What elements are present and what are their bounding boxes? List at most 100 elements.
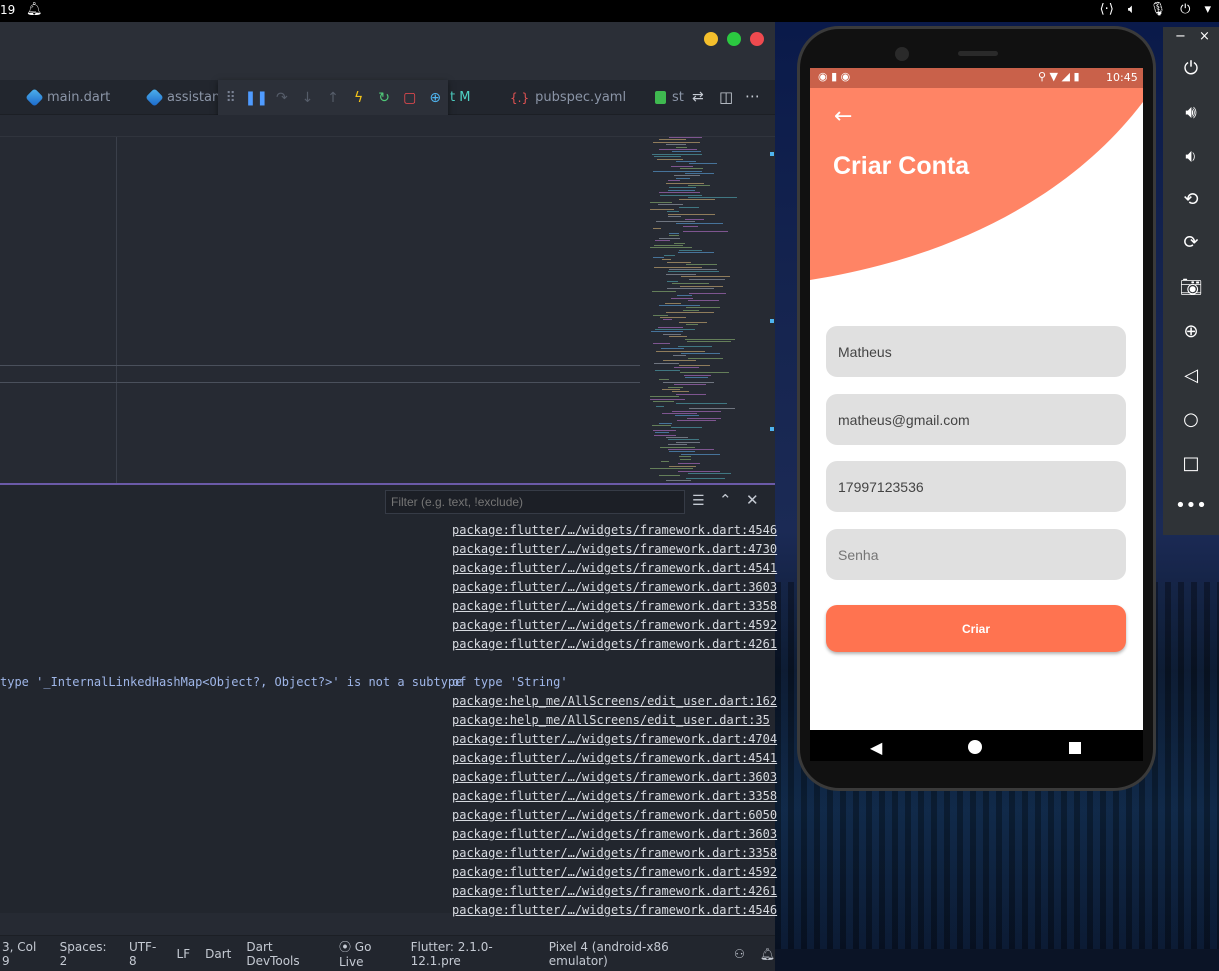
chevron-up-icon[interactable]: ⌃: [719, 491, 732, 509]
phone-field[interactable]: [826, 461, 1126, 512]
minimap-line: [665, 302, 681, 304]
drag-handle-icon[interactable]: ⠿: [218, 90, 244, 106]
network-icon[interactable]: ⟨·⟩: [1100, 2, 1114, 17]
stack-trace-link[interactable]: package:flutter/…/widgets/framework.dart…: [452, 865, 777, 879]
stack-trace-link[interactable]: package:flutter/…/widgets/framework.dart…: [452, 808, 777, 822]
tab-modified[interactable]: t M: [450, 80, 470, 115]
stop-icon[interactable]: ▢: [397, 90, 423, 106]
stack-trace-link[interactable]: package:flutter/…/widgets/framework.dart…: [452, 789, 777, 803]
go-live[interactable]: ⦿ Go Live: [339, 938, 396, 969]
nav-recents-icon[interactable]: [1069, 742, 1081, 754]
chevron-down-icon[interactable]: ▾: [1204, 2, 1211, 17]
rotate-left-icon[interactable]: ⟲: [1163, 189, 1219, 210]
debug-console: package:flutter/…/widgets/framework.dart…: [0, 521, 777, 917]
back-arrow-icon[interactable]: ←: [834, 104, 852, 129]
maximize-button[interactable]: [727, 32, 741, 46]
stack-trace-link[interactable]: package:flutter/…/widgets/framework.dart…: [452, 580, 777, 594]
pause-icon[interactable]: ❚❚: [244, 90, 270, 106]
stack-trace-link[interactable]: package:flutter/…/widgets/framework.dart…: [452, 884, 777, 898]
minimize-button[interactable]: [704, 32, 718, 46]
home-icon[interactable]: ○: [1163, 409, 1219, 430]
stack-trace-link[interactable]: package:flutter/…/widgets/framework.dart…: [452, 846, 777, 860]
minimap-line: [687, 341, 731, 342]
volume-up-icon[interactable]: 🔊︎: [1163, 102, 1219, 123]
minimap-line: [666, 312, 714, 314]
stack-trace-link[interactable]: package:flutter/…/widgets/framework.dart…: [452, 751, 777, 765]
minimap-line: [668, 386, 683, 388]
flutter-version[interactable]: Flutter: 2.1.0-12.1.pre: [411, 940, 534, 968]
back-icon[interactable]: ◁: [1163, 365, 1219, 386]
create-account-button[interactable]: Criar: [826, 605, 1126, 652]
step-into-icon[interactable]: ↓: [295, 90, 321, 106]
email-field[interactable]: [826, 394, 1126, 445]
volume-down-icon[interactable]: 🔉︎: [1163, 146, 1219, 167]
indentation[interactable]: Spaces: 2: [60, 940, 114, 968]
close-panel-icon[interactable]: ✕: [746, 491, 759, 509]
console-filter-input[interactable]: [385, 490, 685, 514]
minimap-line: [666, 273, 696, 275]
more-icon[interactable]: ⋯: [745, 87, 760, 105]
minimap-line: [679, 199, 715, 201]
rotate-right-icon[interactable]: ⟳: [1163, 232, 1219, 253]
minimap-line: [653, 141, 700, 143]
compare-icon[interactable]: ⇄: [692, 89, 704, 105]
step-out-icon[interactable]: ↑: [320, 90, 346, 106]
stack-trace-link[interactable]: package:flutter/…/widgets/framework.dart…: [452, 770, 777, 784]
device-selector[interactable]: Pixel 4 (android-x86 emulator): [549, 940, 719, 968]
code-editor[interactable]: [0, 137, 775, 485]
step-over-icon[interactable]: ↷: [269, 90, 295, 106]
minimap-line: [673, 355, 686, 357]
minimap[interactable]: [645, 137, 760, 485]
overview-icon[interactable]: □: [1163, 453, 1219, 474]
power-button-icon[interactable]: ⏻: [1163, 58, 1219, 79]
nav-home-icon[interactable]: [968, 740, 982, 754]
stack-trace-link[interactable]: package:flutter/…/widgets/framework.dart…: [452, 637, 777, 651]
notification-bell-icon[interactable]: 🔔︎: [26, 2, 43, 17]
stack-trace-link[interactable]: package:flutter/…/widgets/framework.dart…: [452, 618, 777, 632]
ruler-line: [116, 137, 117, 485]
stack-trace-link[interactable]: package:flutter/…/widgets/framework.dart…: [452, 542, 777, 556]
tab-label: assistant: [167, 90, 226, 105]
nav-back-icon[interactable]: ◀: [870, 738, 882, 757]
encoding[interactable]: UTF-8: [129, 940, 162, 968]
minimap-line: [668, 449, 714, 450]
microphone-icon[interactable]: 🎙︎: [1150, 2, 1167, 17]
name-field[interactable]: [826, 326, 1126, 377]
stack-trace-link[interactable]: package:flutter/…/widgets/framework.dart…: [452, 523, 777, 537]
clear-console-icon[interactable]: ☰: [692, 493, 705, 509]
zoom-icon[interactable]: ⊕: [1163, 321, 1219, 342]
minimap-line: [653, 170, 702, 172]
power-icon[interactable]: ⏻: [1180, 2, 1190, 17]
devtools-icon[interactable]: ⊕: [423, 90, 449, 106]
tab-main-dart[interactable]: main.dart: [25, 80, 110, 115]
minimap-line: [669, 269, 717, 270]
hot-reload-icon[interactable]: ϟ: [346, 90, 372, 106]
dart-devtools[interactable]: Dart DevTools: [246, 940, 324, 968]
tab-pubspec[interactable]: {.} pubspec.yaml: [510, 80, 626, 115]
minimap-line: [659, 422, 672, 424]
emulator-close-icon[interactable]: ×: [1199, 29, 1213, 44]
line-highlight: [0, 365, 640, 366]
screenshot-icon[interactable]: 📷︎: [1163, 277, 1219, 298]
more-options-icon[interactable]: •••: [1163, 495, 1219, 516]
tab-assistant[interactable]: assistant: [145, 80, 226, 115]
stack-trace-link[interactable]: package:flutter/…/widgets/framework.dart…: [452, 561, 777, 575]
stack-trace-link[interactable]: package:help_me/AllScreens/edit_user.dar…: [452, 694, 777, 708]
emulator-minimize-icon[interactable]: −: [1175, 29, 1189, 44]
tab-st[interactable]: st: [655, 80, 684, 115]
restart-icon[interactable]: ↻: [371, 90, 397, 106]
password-field[interactable]: [826, 529, 1126, 580]
minimap-line: [677, 295, 692, 297]
stack-trace-link[interactable]: package:help_me/AllScreens/edit_user.dar…: [452, 713, 770, 727]
close-button[interactable]: [750, 32, 764, 46]
stack-trace-link[interactable]: package:flutter/…/widgets/framework.dart…: [452, 903, 777, 917]
volume-icon[interactable]: 🔈︎: [1128, 2, 1136, 17]
split-editor-icon[interactable]: ◫: [719, 88, 733, 106]
stack-trace-link[interactable]: package:flutter/…/widgets/framework.dart…: [452, 827, 777, 841]
stack-trace-link[interactable]: package:flutter/…/widgets/framework.dart…: [452, 732, 777, 746]
scroll-marker: [770, 427, 774, 431]
tab-label: pubspec.yaml: [535, 90, 627, 105]
minimap-line: [674, 175, 700, 177]
cursor-position[interactable]: 3, Col 9: [2, 940, 45, 968]
stack-trace-link[interactable]: package:flutter/…/widgets/framework.dart…: [452, 599, 777, 613]
